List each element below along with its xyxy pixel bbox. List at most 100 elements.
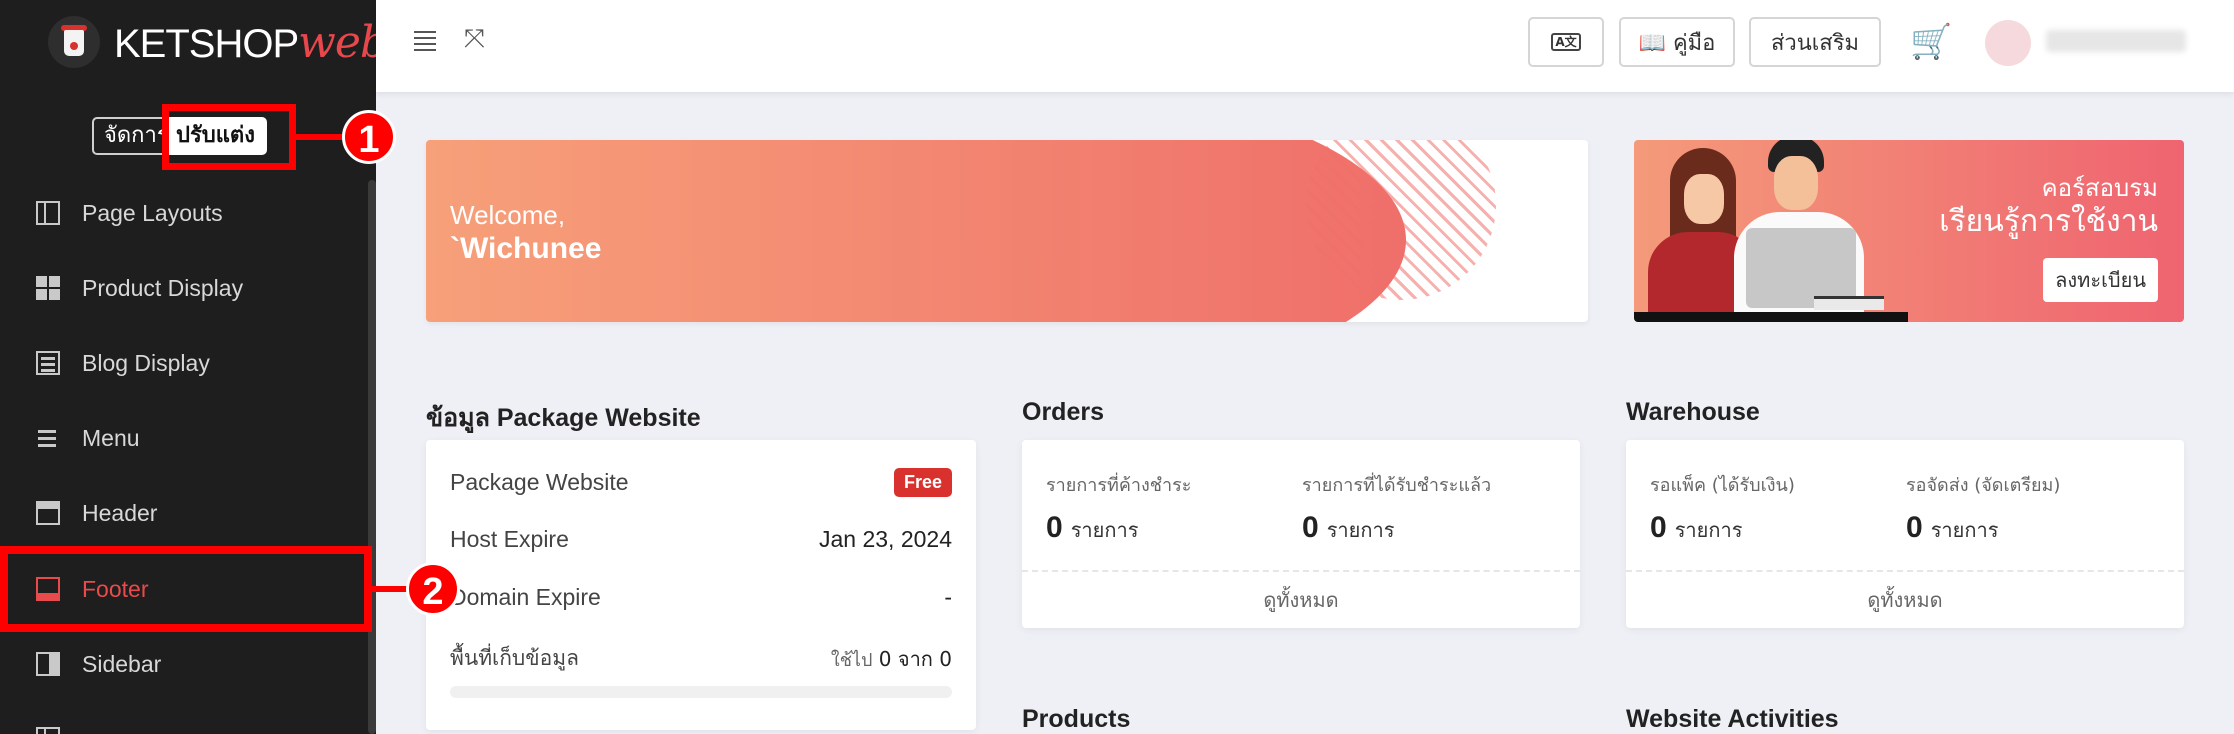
sidebar-item-partial[interactable] [0, 708, 366, 734]
warehouse-shipping-count: 0 รายการ [1906, 511, 2060, 546]
orders-paid-count: 0 รายการ [1302, 511, 1491, 546]
sidebar-item-label: Sidebar [82, 650, 162, 677]
manual-button[interactable]: 📖 คู่มือ [1619, 17, 1735, 67]
package-section-title: ข้อมูล Package Website [426, 404, 701, 432]
illustration-man-face [1774, 156, 1818, 210]
warehouse-packing-stat: รอแพ็ค (ได้รับเงิน) 0 รายการ [1650, 470, 1795, 546]
sidebar-item-label: Menu [82, 424, 140, 451]
sidebar-icon [36, 652, 60, 676]
logo-text: KETSHOPweb [114, 16, 388, 68]
orders-paid-label: รายการที่ได้รับชำระแล้ว [1302, 475, 1492, 496]
addons-button[interactable]: ส่วนเสริม [1749, 17, 1881, 67]
domain-expire-value: - [944, 584, 952, 610]
register-button[interactable]: ลงทะเบียน [2043, 258, 2158, 302]
grid-icon [36, 276, 60, 300]
orders-paid-value: 0 [1302, 511, 1319, 544]
banner-wave [426, 140, 1406, 322]
warehouse-shipping-stat: รอจัดส่ง (จัดเตรียม) 0 รายการ [1906, 470, 2060, 546]
storage-row: พื้นที่เก็บข้อมูล ใช้ไป 0 จาก 0 [450, 642, 952, 675]
orders-section-title: Orders [1022, 398, 1104, 426]
sidebar-item-blog-display[interactable]: Blog Display [0, 332, 366, 394]
welcome-greeting: Welcome, [450, 200, 566, 230]
sidebar-scrollbar[interactable] [368, 180, 376, 734]
package-plan-row: Package Website Free [450, 468, 952, 497]
cup-logo-icon [48, 16, 100, 68]
orders-unit: รายการ [1070, 518, 1139, 542]
orders-pending-value: 0 [1046, 511, 1063, 544]
fullscreen-icon[interactable] [464, 24, 490, 55]
mode-manage-button[interactable]: จัดการ [92, 117, 164, 155]
user-name-blurred[interactable] [2046, 30, 2186, 52]
storage-total: 0 [939, 646, 952, 671]
avatar[interactable] [1985, 20, 2031, 66]
warehouse-packing-count: 0 รายการ [1650, 511, 1795, 546]
orders-pending-count: 0 รายการ [1046, 511, 1191, 546]
highlight-box-2 [0, 546, 372, 632]
welcome-user-name: `Wichunee [450, 232, 602, 265]
menu-icon [36, 426, 60, 450]
warehouse-shipping-label: รอจัดส่ง (จัดเตรียม) [1906, 475, 2061, 496]
sidebar-item-label: Blog Display [82, 349, 210, 376]
storage-label: พื้นที่เก็บข้อมูล [450, 646, 579, 670]
warehouse-unit: รายการ [1674, 518, 1743, 542]
warehouse-packing-label: รอแพ็ค (ได้รับเงิน) [1650, 475, 1795, 496]
translate-button[interactable]: A文 [1528, 17, 1604, 67]
logo-ket: KETSHOP [114, 21, 299, 66]
storage-of: จาก [897, 646, 933, 671]
translate-icon: A文 [1551, 33, 1581, 51]
warehouse-card: รอแพ็ค (ได้รับเงิน) 0 รายการ รอจัดส่ง (จั… [1626, 440, 2184, 628]
cart-icon[interactable]: 🛒 [1910, 22, 1952, 62]
callout-line-1 [296, 134, 346, 140]
sidebar-item-label: Product Display [82, 274, 244, 301]
sidebar-item-page-layouts[interactable]: Page Layouts [0, 182, 366, 244]
ketshop-logo[interactable]: KETSHOPweb [48, 16, 388, 68]
sidebar-item-product-display[interactable]: Product Display [0, 257, 366, 319]
button-icon [36, 727, 60, 734]
highlight-box-1 [162, 104, 296, 170]
blog-icon [36, 351, 60, 375]
warehouse-shipping-value: 0 [1906, 511, 1923, 544]
sidebar-item-label: Page Layouts [82, 199, 223, 226]
illustration-woman-face [1684, 174, 1724, 224]
sidebar-item-header[interactable]: Header [0, 482, 366, 544]
storage-usage: ใช้ไป 0 จาก 0 [831, 643, 952, 675]
header-icon [36, 501, 60, 525]
sidebar-item-sidebar[interactable]: Sidebar [0, 633, 366, 695]
course-line2: เรียนรู้การใช้งาน [1939, 204, 2158, 239]
orders-paid-stat: รายการที่ได้รับชำระแล้ว 0 รายการ [1302, 470, 1491, 546]
sidebar-item-menu[interactable]: Menu [0, 407, 366, 469]
desk-illustration [1634, 312, 1908, 322]
course-banner[interactable]: คอร์สอบรม เรียนรู้การใช้งาน ลงทะเบียน [1634, 140, 2184, 322]
domain-expire-label: Domain Expire [450, 584, 601, 610]
warehouse-unit: รายการ [1930, 518, 1999, 542]
step-badge-2: 2 [406, 562, 460, 616]
step-badge-1: 1 [342, 110, 396, 164]
warehouse-view-all-link[interactable]: ดูทั้งหมด [1626, 570, 2184, 628]
storage-used-prefix: ใช้ไป [830, 649, 873, 671]
books-illustration [1814, 296, 1884, 310]
host-expire-label: Host Expire [450, 526, 569, 552]
sidebar-item-label: Header [82, 499, 158, 526]
orders-card: รายการที่ค้างชำระ 0 รายการ รายการที่ได้รั… [1022, 440, 1580, 628]
warehouse-section-title: Warehouse [1626, 398, 1760, 426]
package-plan-label: Package Website [450, 469, 629, 495]
topbar: A文 📖 คู่มือ ส่วนเสริม 🛒 [376, 0, 2234, 92]
storage-used: 0 [878, 646, 892, 671]
warehouse-packing-value: 0 [1650, 511, 1667, 544]
host-expire-value: Jan 23, 2024 [818, 526, 952, 552]
host-expire-row: Host Expire Jan 23, 2024 [450, 526, 952, 553]
activities-section-title: Website Activities [1626, 705, 1839, 733]
storage-progress-bar [450, 686, 952, 698]
logo-web: web [298, 16, 388, 68]
orders-view-all-link[interactable]: ดูทั้งหมด [1022, 570, 1580, 628]
plan-badge: Free [893, 468, 952, 497]
orders-unit: รายการ [1326, 518, 1395, 542]
page-layout-icon [36, 201, 60, 225]
products-section-title: Products [1022, 705, 1131, 733]
collapse-sidebar-icon[interactable] [412, 28, 438, 54]
welcome-banner: Welcome, `Wichunee [426, 140, 1588, 322]
package-card: Package Website Free Host Expire Jan 23,… [426, 440, 976, 730]
orders-pending-label: รายการที่ค้างชำระ [1046, 475, 1192, 496]
orders-pending-stat: รายการที่ค้างชำระ 0 รายการ [1046, 470, 1191, 546]
callout-line-2 [372, 586, 408, 592]
